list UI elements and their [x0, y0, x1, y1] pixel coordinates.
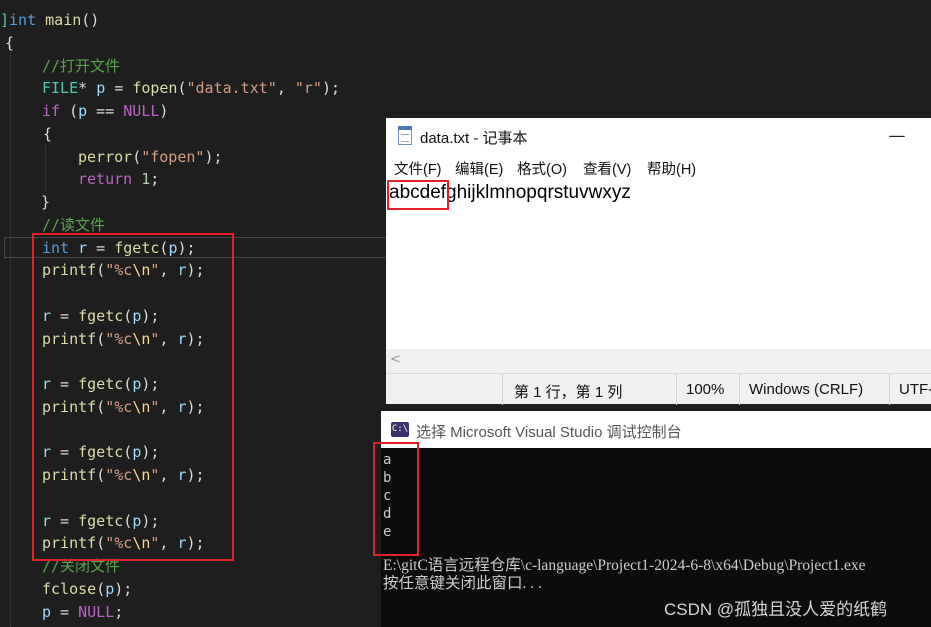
code-token: {	[5, 33, 15, 52]
code-token: "r"	[294, 79, 322, 98]
code-token: perror	[78, 147, 133, 166]
notepad-title: data.txt - 记事本	[420, 130, 528, 147]
code-token: );	[114, 579, 133, 598]
code-token: =	[105, 79, 133, 98]
close-prompt: 按任意键关闭此窗口. . .	[383, 575, 542, 592]
code-token: main	[36, 11, 82, 29]
code-token: 1	[141, 170, 151, 189]
menu-edit[interactable]: 编辑(E)	[455, 158, 503, 179]
code-token: *	[78, 79, 97, 98]
status-encoding: UTF-8	[899, 381, 931, 398]
code-token: //读文件	[42, 215, 106, 234]
code-token: "data.txt"	[186, 79, 277, 98]
csdn-watermark: CSDN @孤独且没人爱的纸鹤	[664, 600, 888, 619]
code-line-fclose[interactable]: fclose(p);	[42, 578, 132, 601]
code-token: FILE	[42, 79, 79, 98]
code-token: //打开文件	[42, 56, 121, 75]
notepad-window[interactable]: data.txt - 记事本 — 文件(F) 编辑(E) 格式(O) 查看(V)…	[386, 118, 931, 405]
code-token: int	[9, 11, 37, 29]
notepad-titlebar[interactable]: data.txt - 记事本 —	[386, 118, 931, 154]
code-line-main-decl[interactable]: ]int main()	[0, 9, 99, 32]
code-token: (	[132, 147, 142, 166]
code-token: (	[60, 102, 79, 120]
code-highlight-box	[32, 233, 234, 561]
code-token: NULL	[123, 102, 160, 120]
code-token: return	[78, 170, 133, 189]
code-token: if	[42, 102, 61, 120]
code-token: ]	[0, 11, 10, 29]
notepad-statusbar: 第 1 行，第 1 列 100% Windows (CRLF) UTF-8	[386, 373, 931, 405]
menu-help[interactable]: 帮助(H)	[647, 158, 696, 179]
code-token: (	[177, 79, 187, 98]
code-line-if-null[interactable]: if (p == NULL)	[42, 100, 168, 123]
code-token: {	[43, 124, 53, 143]
exit-path: E:\gitC语言远程仓库\c-language\Project1-2024-6…	[383, 557, 866, 574]
code-token: );	[321, 79, 341, 98]
menu-view[interactable]: 查看(V)	[583, 158, 631, 179]
code-token: ,	[276, 79, 295, 98]
notepad-menubar: 文件(F) 编辑(E) 格式(O) 查看(V) 帮助(H)	[386, 154, 931, 180]
code-token: ()	[81, 11, 100, 29]
status-separator	[676, 374, 677, 405]
menu-file[interactable]: 文件(F)	[394, 158, 442, 179]
code-token: )	[159, 102, 169, 120]
scroll-left-icon[interactable]: <	[390, 352, 401, 367]
output-highlight-box	[373, 442, 419, 556]
code-token: p	[96, 79, 106, 98]
code-token: fopen	[132, 79, 178, 98]
indent-guide	[45, 144, 46, 194]
code-token: p	[78, 102, 88, 120]
code-token: );	[204, 147, 223, 166]
code-line-return[interactable]: return 1;	[78, 168, 159, 191]
status-zoom: 100%	[686, 381, 725, 398]
code-token: ==	[87, 102, 124, 120]
status-separator	[889, 374, 890, 405]
indent-guide	[10, 46, 11, 216]
code-line-perror[interactable]: perror("fopen");	[78, 146, 223, 169]
status-line-ending: Windows (CRLF)	[749, 381, 864, 398]
code-line-cmt-open[interactable]: //打开文件	[42, 55, 120, 78]
code-line-if-brace-close[interactable]: }	[41, 191, 50, 214]
text-highlight-box	[387, 180, 449, 210]
code-token: fclose	[42, 579, 97, 598]
notepad-icon	[398, 126, 412, 145]
status-separator	[739, 374, 740, 405]
code-line-p-null[interactable]: p = NULL;	[42, 601, 123, 624]
code-token: p	[42, 602, 52, 621]
code-line-brace-open[interactable]: {	[5, 32, 14, 55]
menu-format[interactable]: 格式(O)	[517, 158, 567, 179]
horizontal-scrollbar[interactable]: <	[386, 349, 931, 373]
code-token: NULL	[78, 602, 115, 621]
code-token: (	[96, 579, 106, 598]
code-token: ;	[114, 602, 124, 621]
code-token: "fopen"	[141, 147, 205, 166]
code-token: p	[105, 579, 115, 598]
console-icon: C:\	[391, 422, 409, 437]
minimize-icon[interactable]: —	[882, 124, 912, 148]
code-line-fopen[interactable]: FILE* p = fopen("data.txt", "r");	[42, 77, 340, 100]
code-token: =	[51, 602, 79, 621]
code-token: }	[41, 193, 51, 211]
console-title: 选择 Microsoft Visual Studio 调试控制台	[416, 424, 682, 441]
status-separator	[502, 374, 503, 405]
code-line-if-brace-open[interactable]: {	[43, 123, 52, 146]
status-position: 第 1 行，第 1 列	[514, 384, 623, 401]
indent-guide	[10, 216, 11, 627]
code-token: ;	[150, 170, 160, 189]
console-titlebar[interactable]: C:\ 选择 Microsoft Visual Studio 调试控制台	[381, 411, 931, 448]
